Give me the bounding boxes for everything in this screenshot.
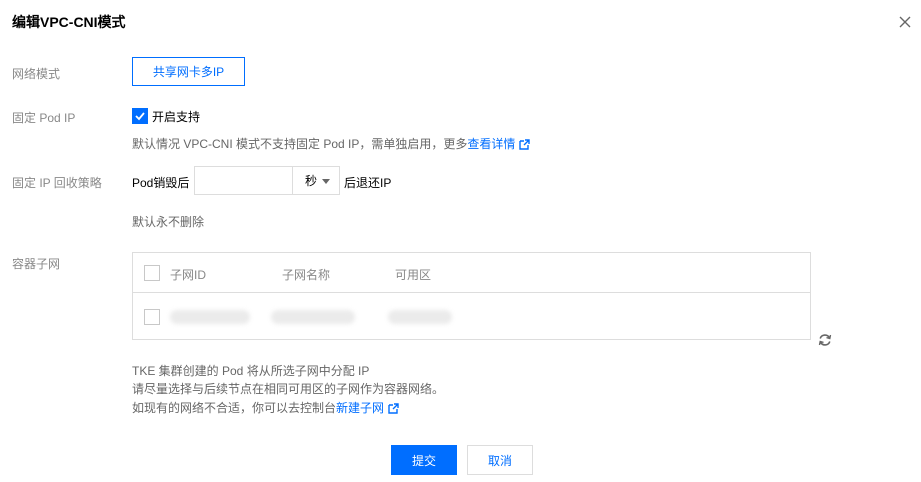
time-unit-select[interactable]: 秒 (292, 166, 340, 195)
cancel-button[interactable]: 取消 (467, 445, 533, 475)
external-link-icon[interactable] (519, 139, 531, 150)
view-details-link[interactable]: 查看详情 (467, 137, 515, 151)
refresh-icon[interactable] (818, 333, 832, 347)
row-zone-redacted (388, 310, 452, 324)
fixed-ip-checkbox-label: 开启支持 (152, 110, 201, 124)
container-subnet-label: 容器子网 (12, 257, 61, 271)
check-icon (135, 112, 145, 121)
recycle-suffix-text: 后退还IP (344, 176, 392, 190)
fixed-ip-help-text: 默认情况 VPC-CNI 模式不支持固定 Pod IP，需单独启用，更多 (132, 137, 468, 151)
select-all-checkbox[interactable] (144, 265, 160, 281)
recycle-policy-label: 固定 IP 回收策略 (12, 176, 102, 190)
subnet-help-text: 如现有的网络不合适，你可以去控制台 (132, 401, 337, 415)
recycle-help: 默认永不删除 (132, 215, 205, 229)
time-unit-value: 秒 (305, 174, 318, 188)
fixed-pod-ip-label: 固定 Pod IP (12, 111, 76, 125)
row-subnet-name-redacted (271, 310, 355, 324)
recycle-prefix-text: Pod销毁后 (132, 176, 190, 190)
row-subnet-id-redacted (170, 310, 250, 324)
fixed-ip-checkbox[interactable] (132, 108, 148, 124)
column-subnet-name: 子网名称 (282, 268, 331, 282)
subnet-help-line-1: TKE 集群创建的 Pod 将从所选子网中分配 IP (132, 364, 370, 378)
subnet-table: 子网ID 子网名称 可用区 (132, 252, 811, 340)
submit-button[interactable]: 提交 (391, 445, 457, 475)
network-mode-label: 网络模式 (12, 67, 61, 81)
subnet-help-line-3: 如现有的网络不合适，你可以去控制台新建子网 (132, 399, 399, 416)
external-link-icon[interactable] (388, 403, 399, 414)
chevron-down-icon (322, 179, 330, 184)
column-zone: 可用区 (395, 268, 432, 282)
subnet-help-line-2: 请尽量选择与后续节点在相同可用区的子网作为容器网络。 (132, 382, 445, 396)
fixed-ip-help: 默认情况 VPC-CNI 模式不支持固定 Pod IP，需单独启用，更多查看详情 (132, 135, 531, 152)
subnet-table-header: 子网ID 子网名称 可用区 (133, 253, 810, 293)
close-icon[interactable] (896, 13, 914, 31)
dialog-title: 编辑VPC-CNI模式 (12, 14, 126, 30)
new-subnet-link[interactable]: 新建子网 (336, 401, 384, 415)
network-mode-button[interactable]: 共享网卡多IP (132, 57, 245, 86)
column-subnet-id: 子网ID (170, 268, 207, 282)
recycle-time-input[interactable] (194, 166, 293, 195)
row-checkbox[interactable] (144, 309, 160, 325)
